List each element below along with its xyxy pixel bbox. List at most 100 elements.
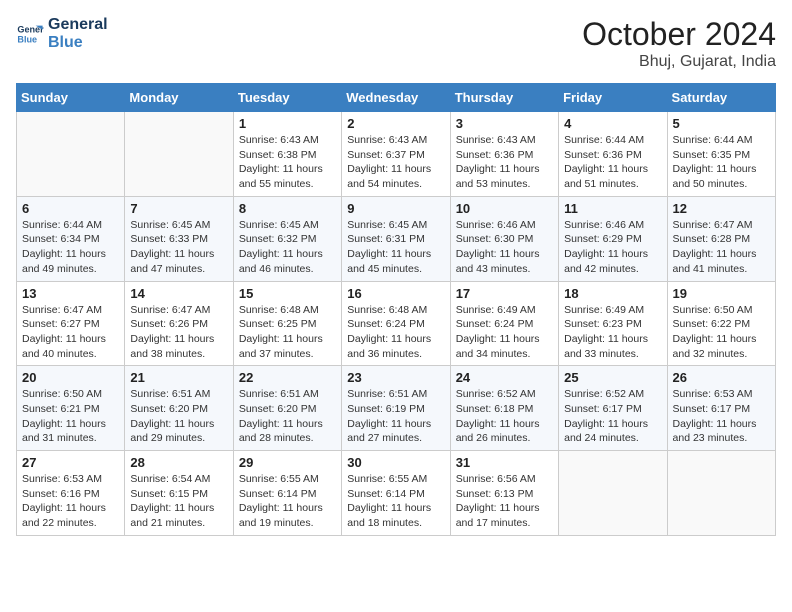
day-number: 26 — [673, 370, 770, 385]
calendar-cell: 15Sunrise: 6:48 AM Sunset: 6:25 PM Dayli… — [233, 281, 341, 366]
logo-text-line2: Blue — [48, 34, 108, 52]
day-number: 3 — [456, 116, 553, 131]
day-info: Sunrise: 6:50 AM Sunset: 6:22 PM Dayligh… — [673, 303, 770, 362]
day-number: 1 — [239, 116, 336, 131]
svg-text:Blue: Blue — [17, 34, 37, 44]
calendar-cell: 20 Sunrise: 6:50 AM Sunset: 6:21 PM Dayli… — [17, 366, 125, 451]
day-info: Sunrise: 6:53 AM Sunset: 6:17 PM Dayligh… — [673, 387, 770, 446]
day-info: Sunrise: 6:55 AM Sunset: 6:14 PM Dayligh… — [239, 472, 336, 531]
day-number: 20 — [22, 370, 119, 385]
weekday-header: Sunday — [17, 84, 125, 112]
day-info: Sunrise: 6:51 AM Sunset: 6:20 PM Dayligh… — [239, 387, 336, 446]
day-info: Sunrise: 6:43 AM Sunset: 6:36 PM Dayligh… — [456, 133, 553, 192]
day-number: 12 — [673, 201, 770, 216]
day-number: 21 — [130, 370, 227, 385]
calendar-cell: 25 Sunrise: 6:52 AM Sunset: 6:17 PM Dayli… — [559, 366, 667, 451]
day-number: 7 — [130, 201, 227, 216]
month-title: October 2024 — [582, 16, 776, 53]
calendar-cell: 4 Sunrise: 6:44 AM Sunset: 6:36 PM Daylig… — [559, 112, 667, 197]
calendar-cell: 2 Sunrise: 6:43 AM Sunset: 6:37 PM Daylig… — [342, 112, 450, 197]
day-number: 23 — [347, 370, 444, 385]
calendar-cell: 11 Sunrise: 6:46 AM Sunset: 6:29 PM Dayli… — [559, 196, 667, 281]
day-info: Sunrise: 6:46 AM Sunset: 6:29 PM Dayligh… — [564, 218, 661, 277]
day-number: 13 — [22, 286, 119, 301]
calendar-cell — [559, 451, 667, 536]
calendar-week-row: 1 Sunrise: 6:43 AM Sunset: 6:38 PM Daylig… — [17, 112, 776, 197]
calendar-body: 1 Sunrise: 6:43 AM Sunset: 6:38 PM Daylig… — [17, 112, 776, 536]
day-number: 17 — [456, 286, 553, 301]
logo: General Blue General Blue — [16, 16, 108, 51]
day-info: Sunrise: 6:44 AM Sunset: 6:36 PM Dayligh… — [564, 133, 661, 192]
calendar-cell: 1 Sunrise: 6:43 AM Sunset: 6:38 PM Daylig… — [233, 112, 341, 197]
calendar-table: SundayMondayTuesdayWednesdayThursdayFrid… — [16, 83, 776, 536]
weekday-header: Wednesday — [342, 84, 450, 112]
day-number: 15 — [239, 286, 336, 301]
weekday-header: Monday — [125, 84, 233, 112]
calendar-header: SundayMondayTuesdayWednesdayThursdayFrid… — [17, 84, 776, 112]
calendar-cell: 24Sunrise: 6:52 AM Sunset: 6:18 PM Dayli… — [450, 366, 558, 451]
calendar-cell: 23 Sunrise: 6:51 AM Sunset: 6:19 PM Dayli… — [342, 366, 450, 451]
calendar-cell: 31 Sunrise: 6:56 AM Sunset: 6:13 PM Dayli… — [450, 451, 558, 536]
calendar-cell: 27Sunrise: 6:53 AM Sunset: 6:16 PM Dayli… — [17, 451, 125, 536]
calendar-cell: 30Sunrise: 6:55 AM Sunset: 6:14 PM Dayli… — [342, 451, 450, 536]
day-info: Sunrise: 6:56 AM Sunset: 6:13 PM Dayligh… — [456, 472, 553, 531]
day-info: Sunrise: 6:49 AM Sunset: 6:24 PM Dayligh… — [456, 303, 553, 362]
day-info: Sunrise: 6:52 AM Sunset: 6:18 PM Dayligh… — [456, 387, 553, 446]
calendar-cell — [125, 112, 233, 197]
day-info: Sunrise: 6:43 AM Sunset: 6:37 PM Dayligh… — [347, 133, 444, 192]
day-info: Sunrise: 6:45 AM Sunset: 6:32 PM Dayligh… — [239, 218, 336, 277]
day-number: 11 — [564, 201, 661, 216]
day-number: 5 — [673, 116, 770, 131]
location: Bhuj, Gujarat, India — [582, 53, 776, 71]
calendar-cell: 26 Sunrise: 6:53 AM Sunset: 6:17 PM Dayli… — [667, 366, 775, 451]
day-info: Sunrise: 6:47 AM Sunset: 6:28 PM Dayligh… — [673, 218, 770, 277]
day-info: Sunrise: 6:45 AM Sunset: 6:31 PM Dayligh… — [347, 218, 444, 277]
weekday-header: Tuesday — [233, 84, 341, 112]
title-area: October 2024 Bhuj, Gujarat, India — [582, 16, 776, 71]
day-info: Sunrise: 6:44 AM Sunset: 6:34 PM Dayligh… — [22, 218, 119, 277]
calendar-week-row: 27Sunrise: 6:53 AM Sunset: 6:16 PM Dayli… — [17, 451, 776, 536]
calendar-cell: 28 Sunrise: 6:54 AM Sunset: 6:15 PM Dayli… — [125, 451, 233, 536]
calendar-cell: 18Sunrise: 6:49 AM Sunset: 6:23 PM Dayli… — [559, 281, 667, 366]
weekday-header: Saturday — [667, 84, 775, 112]
calendar-cell: 3 Sunrise: 6:43 AM Sunset: 6:36 PM Daylig… — [450, 112, 558, 197]
weekday-header: Friday — [559, 84, 667, 112]
weekday-header: Thursday — [450, 84, 558, 112]
calendar-cell: 5 Sunrise: 6:44 AM Sunset: 6:35 PM Daylig… — [667, 112, 775, 197]
calendar-cell: 29 Sunrise: 6:55 AM Sunset: 6:14 PM Dayli… — [233, 451, 341, 536]
calendar-cell — [667, 451, 775, 536]
day-number: 28 — [130, 455, 227, 470]
day-number: 18 — [564, 286, 661, 301]
day-info: Sunrise: 6:51 AM Sunset: 6:19 PM Dayligh… — [347, 387, 444, 446]
calendar-cell: 21 Sunrise: 6:51 AM Sunset: 6:20 PM Dayli… — [125, 366, 233, 451]
day-info: Sunrise: 6:54 AM Sunset: 6:15 PM Dayligh… — [130, 472, 227, 531]
calendar-cell: 12 Sunrise: 6:47 AM Sunset: 6:28 PM Dayli… — [667, 196, 775, 281]
logo-text-line1: General — [48, 16, 108, 34]
calendar-cell: 13 Sunrise: 6:47 AM Sunset: 6:27 PM Dayli… — [17, 281, 125, 366]
calendar-cell: 9Sunrise: 6:45 AM Sunset: 6:31 PM Daylig… — [342, 196, 450, 281]
day-number: 22 — [239, 370, 336, 385]
calendar-cell: 8Sunrise: 6:45 AM Sunset: 6:32 PM Daylig… — [233, 196, 341, 281]
day-number: 25 — [564, 370, 661, 385]
calendar-cell — [17, 112, 125, 197]
calendar-cell: 17 Sunrise: 6:49 AM Sunset: 6:24 PM Dayli… — [450, 281, 558, 366]
day-number: 14 — [130, 286, 227, 301]
day-number: 29 — [239, 455, 336, 470]
day-info: Sunrise: 6:44 AM Sunset: 6:35 PM Dayligh… — [673, 133, 770, 192]
day-info: Sunrise: 6:52 AM Sunset: 6:17 PM Dayligh… — [564, 387, 661, 446]
day-info: Sunrise: 6:43 AM Sunset: 6:38 PM Dayligh… — [239, 133, 336, 192]
calendar-cell: 16Sunrise: 6:48 AM Sunset: 6:24 PM Dayli… — [342, 281, 450, 366]
day-info: Sunrise: 6:47 AM Sunset: 6:26 PM Dayligh… — [130, 303, 227, 362]
day-number: 31 — [456, 455, 553, 470]
day-info: Sunrise: 6:51 AM Sunset: 6:20 PM Dayligh… — [130, 387, 227, 446]
calendar-week-row: 6Sunrise: 6:44 AM Sunset: 6:34 PM Daylig… — [17, 196, 776, 281]
weekday-row: SundayMondayTuesdayWednesdayThursdayFrid… — [17, 84, 776, 112]
day-number: 4 — [564, 116, 661, 131]
calendar-cell: 14 Sunrise: 6:47 AM Sunset: 6:26 PM Dayli… — [125, 281, 233, 366]
calendar-cell: 19Sunrise: 6:50 AM Sunset: 6:22 PM Dayli… — [667, 281, 775, 366]
day-info: Sunrise: 6:50 AM Sunset: 6:21 PM Dayligh… — [22, 387, 119, 446]
day-info: Sunrise: 6:55 AM Sunset: 6:14 PM Dayligh… — [347, 472, 444, 531]
day-info: Sunrise: 6:47 AM Sunset: 6:27 PM Dayligh… — [22, 303, 119, 362]
day-number: 2 — [347, 116, 444, 131]
day-number: 16 — [347, 286, 444, 301]
